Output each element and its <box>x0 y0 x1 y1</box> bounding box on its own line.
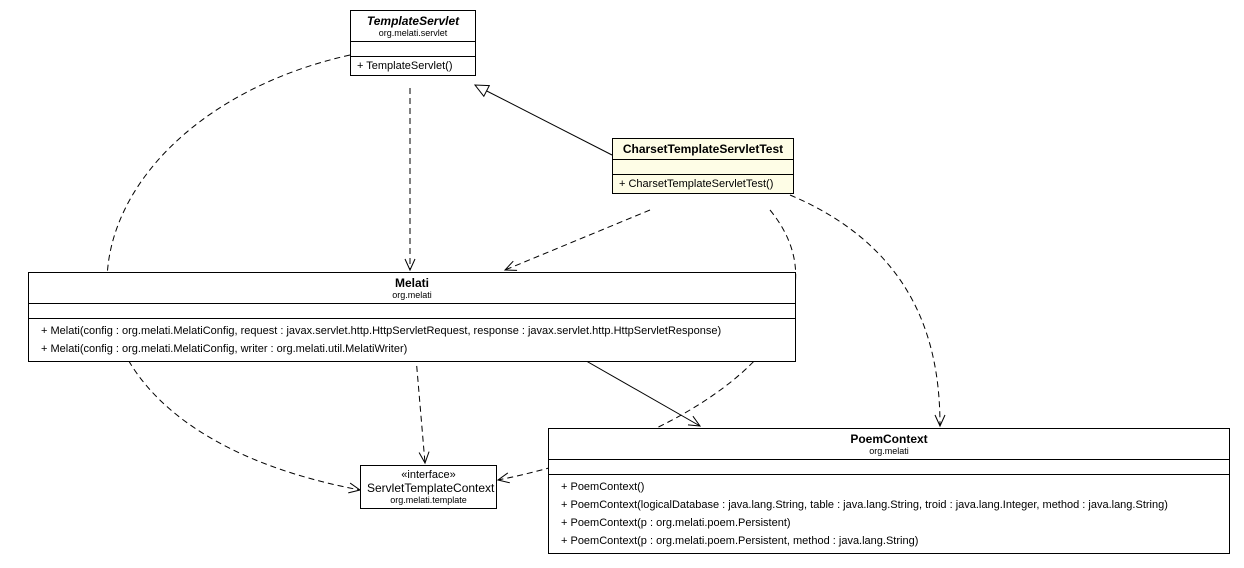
edge-charset-to-templateservlet <box>475 85 612 155</box>
class-package: org.melati <box>35 290 789 300</box>
class-method: + PoemContext(logicalDatabase : java.lan… <box>555 496 1223 514</box>
class-name: Melati <box>35 276 789 290</box>
class-method: + Melati(config : org.melati.MelatiConfi… <box>35 322 789 340</box>
class-name: ServletTemplateContext <box>367 481 490 495</box>
class-templateservlet: TemplateServlet org.melati.servlet + Tem… <box>350 10 476 76</box>
class-package: org.melati.servlet <box>357 28 469 38</box>
class-method: + PoemContext(p : org.melati.poem.Persis… <box>555 532 1223 550</box>
edge-melati-to-stc <box>415 346 425 463</box>
class-poemcontext: PoemContext org.melati + PoemContext() +… <box>548 428 1230 554</box>
class-package: org.melati.template <box>367 495 490 505</box>
class-method: + CharsetTemplateServletTest() <box>613 175 793 193</box>
class-package: org.melati <box>555 446 1223 456</box>
class-method: + PoemContext(p : org.melati.poem.Persis… <box>555 514 1223 532</box>
class-name: PoemContext <box>555 432 1223 446</box>
edge-charset-to-poemcontext <box>790 195 940 426</box>
class-stereotype: «interface» <box>367 469 490 481</box>
class-name: CharsetTemplateServletTest <box>619 142 787 156</box>
class-melati: Melati org.melati + Melati(config : org.… <box>28 272 796 362</box>
class-method: + Melati(config : org.melati.MelatiConfi… <box>35 340 789 358</box>
class-servlettemplatecontext: «interface» ServletTemplateContext org.m… <box>360 465 497 509</box>
class-method: + PoemContext() <box>555 478 1223 496</box>
edge-charset-to-melati <box>505 210 650 270</box>
class-charsettest: CharsetTemplateServletTest + CharsetTemp… <box>612 138 794 194</box>
class-name: TemplateServlet <box>357 14 469 28</box>
class-method: + TemplateServlet() <box>351 57 475 75</box>
